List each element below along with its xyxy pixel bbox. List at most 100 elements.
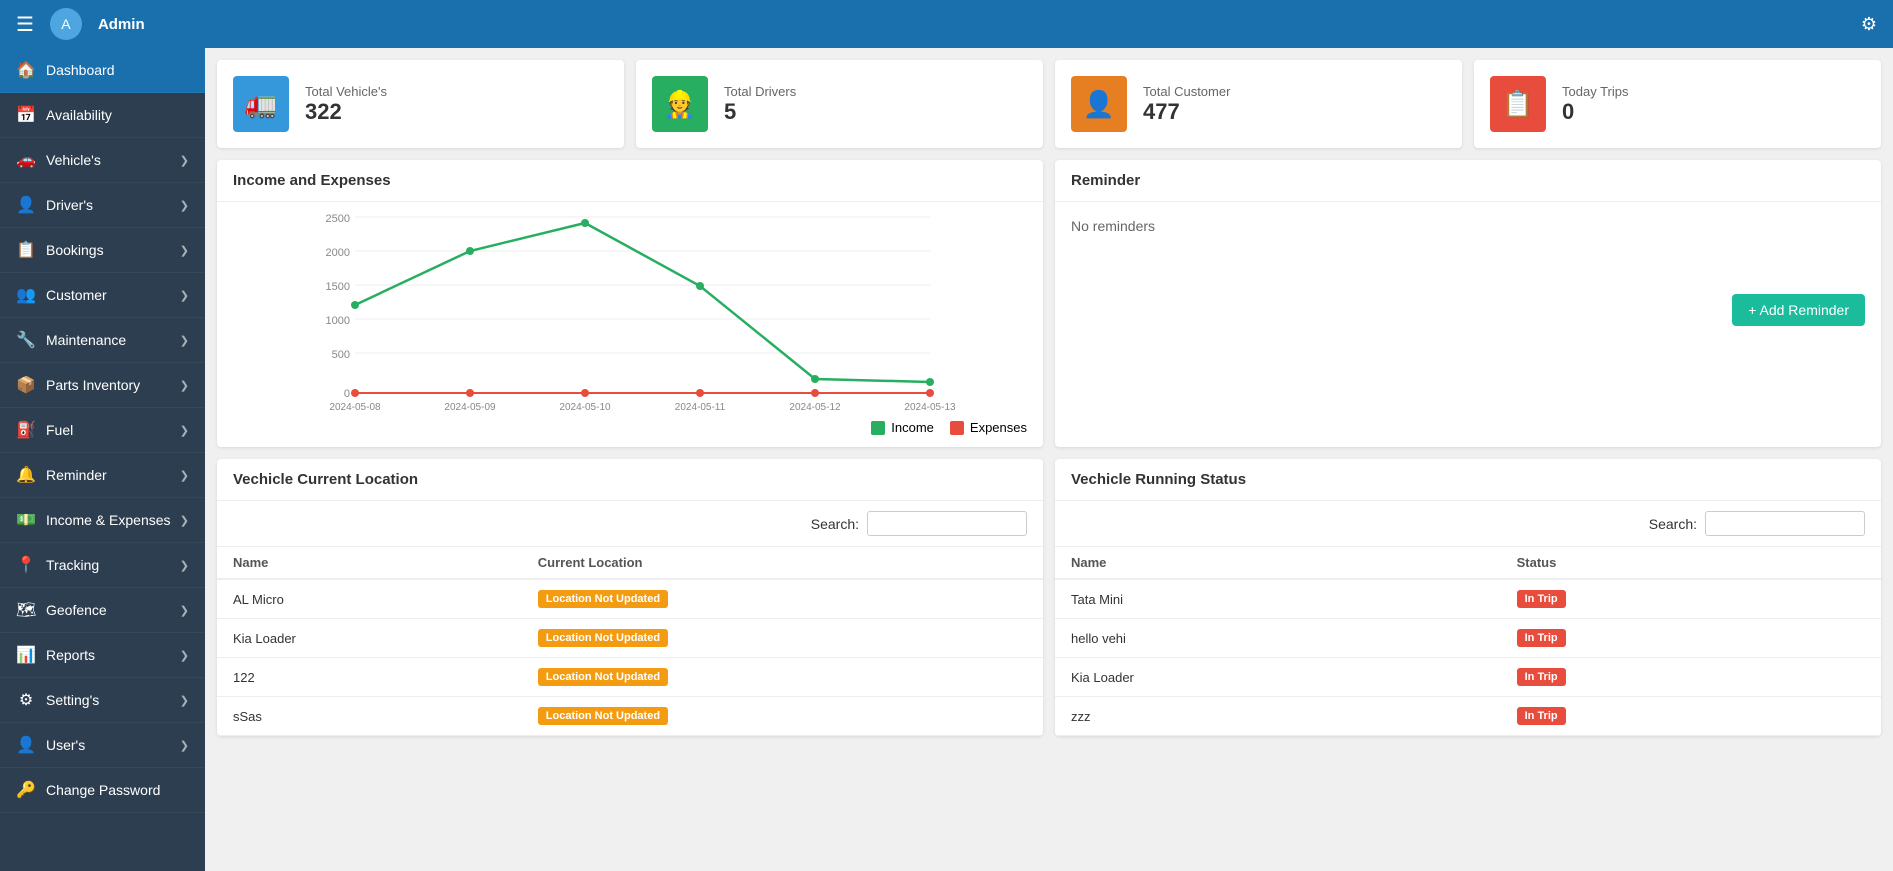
- sidebar-icon-geofence: 🗺: [16, 600, 36, 620]
- table-row: Kia Loader In Trip: [1055, 658, 1881, 697]
- sidebar-item-reminder[interactable]: 🔔 Reminder ❯: [0, 453, 205, 498]
- table-row: sSas Location Not Updated: [217, 697, 1043, 736]
- sidebar-item-income-expenses[interactable]: 💵 Income & Expenses ❯: [0, 498, 205, 543]
- vehicle-name: sSas: [217, 697, 522, 736]
- sidebar-item-left-vehicles: 🚗 Vehicle's: [16, 150, 101, 170]
- svg-text:2024-05-08: 2024-05-08: [329, 402, 381, 412]
- sidebar-icon-parts-inventory: 📦: [16, 375, 36, 395]
- hamburger-icon[interactable]: ☰: [16, 12, 34, 37]
- svg-text:1000: 1000: [326, 315, 350, 327]
- sidebar-item-vehicles[interactable]: 🚗 Vehicle's ❯: [0, 138, 205, 183]
- sidebar-item-left-fuel: ⛽ Fuel: [16, 420, 73, 440]
- reminder-panel: Reminder No reminders + Add Reminder: [1055, 160, 1881, 447]
- income-expenses-panel: Income and Expenses 2500 2000 1500 1000 …: [217, 160, 1043, 447]
- sidebar-item-tracking[interactable]: 📍 Tracking ❯: [0, 543, 205, 588]
- sidebar-item-drivers[interactable]: 👤 Driver's ❯: [0, 183, 205, 228]
- sidebar-chevron-bookings: ❯: [180, 244, 189, 257]
- content-area: 🚛 Total Vehicle's 322 👷 Total Drivers 5 …: [205, 48, 1893, 871]
- income-chart: 2500 2000 1500 1000 500 0: [233, 212, 1027, 412]
- add-reminder-button[interactable]: + Add Reminder: [1732, 294, 1865, 326]
- tables-section: Vechicle Current Location Search: Name C…: [217, 459, 1881, 736]
- income-legend-dot: [871, 421, 885, 435]
- sidebar-item-customer[interactable]: 👥 Customer ❯: [0, 273, 205, 318]
- col-name-header: Name: [1055, 547, 1501, 579]
- sidebar-icon-maintenance: 🔧: [16, 330, 36, 350]
- sidebar-item-left-availability: 📅 Availability: [16, 105, 112, 125]
- vehicle-location-title: Vechicle Current Location: [217, 459, 1043, 501]
- topbar-username: Admin: [98, 16, 145, 33]
- sidebar-item-left-change-password: 🔑 Change Password: [16, 780, 160, 800]
- col-location-header: Current Location: [522, 547, 1043, 579]
- stat-icon-total-drivers: 👷: [652, 76, 708, 132]
- vehicle-name: 122: [217, 658, 522, 697]
- sidebar-item-left-users: 👤 User's: [16, 735, 85, 755]
- expenses-legend-dot: [950, 421, 964, 435]
- vehicle-status-search-row: Search:: [1055, 501, 1881, 547]
- sidebar-label-maintenance: Maintenance: [46, 332, 126, 348]
- sidebar-item-fuel[interactable]: ⛽ Fuel ❯: [0, 408, 205, 453]
- stat-value-today-trips: 0: [1562, 99, 1628, 125]
- sidebar-chevron-income-expenses: ❯: [180, 514, 189, 527]
- sidebar-chevron-users: ❯: [180, 739, 189, 752]
- sidebar-item-parts-inventory[interactable]: 📦 Parts Inventory ❯: [0, 363, 205, 408]
- col-status-header: Status: [1501, 547, 1881, 579]
- sidebar-item-dashboard[interactable]: 🏠 Dashboard: [0, 48, 205, 93]
- sidebar-item-availability[interactable]: 📅 Availability: [0, 93, 205, 138]
- sidebar-icon-tracking: 📍: [16, 555, 36, 575]
- sidebar-label-income-expenses: Income & Expenses: [46, 512, 171, 528]
- vehicle-location-badge: Location Not Updated: [522, 697, 1043, 736]
- sidebar-label-customer: Customer: [46, 287, 107, 303]
- sidebar-chevron-reports: ❯: [180, 649, 189, 662]
- sidebar-chevron-drivers: ❯: [180, 199, 189, 212]
- sidebar-icon-reminder: 🔔: [16, 465, 36, 485]
- chart-container: 2500 2000 1500 1000 500 0: [217, 202, 1043, 412]
- charts-reminder-row: Income and Expenses 2500 2000 1500 1000 …: [217, 160, 1881, 447]
- stat-icon-total-customer: 👤: [1071, 76, 1127, 132]
- stat-value-total-customer: 477: [1143, 99, 1230, 125]
- sidebar-label-fuel: Fuel: [46, 422, 73, 438]
- income-legend-label: Income: [891, 420, 934, 435]
- sidebar-icon-bookings: 📋: [16, 240, 36, 260]
- table-row: Kia Loader Location Not Updated: [217, 619, 1043, 658]
- topbar: ☰ A Admin ⚙: [0, 0, 1893, 48]
- reminder-title: Reminder: [1055, 160, 1881, 202]
- main-layout: 🏠 Dashboard 📅 Availability 🚗 Vehicle's ❯…: [0, 48, 1893, 871]
- table-row: 122 Location Not Updated: [217, 658, 1043, 697]
- stat-value-total-drivers: 5: [724, 99, 796, 125]
- vehicle-status-search-input[interactable]: [1705, 511, 1865, 536]
- sidebar-item-bookings[interactable]: 📋 Bookings ❯: [0, 228, 205, 273]
- no-reminders-text: No reminders: [1071, 218, 1865, 234]
- sidebar-icon-income-expenses: 💵: [16, 510, 36, 530]
- topbar-settings-icon[interactable]: ⚙: [1861, 14, 1877, 35]
- income-legend: Income: [871, 420, 934, 435]
- sidebar-label-dashboard: Dashboard: [46, 62, 115, 78]
- svg-text:2500: 2500: [326, 213, 350, 225]
- sidebar-item-left-dashboard: 🏠 Dashboard: [16, 60, 115, 80]
- status-badge: In Trip: [1517, 707, 1566, 725]
- sidebar-chevron-maintenance: ❯: [180, 334, 189, 347]
- vehicle-status-search-label: Search:: [1649, 516, 1697, 532]
- sidebar-label-vehicles: Vehicle's: [46, 152, 101, 168]
- sidebar-label-bookings: Bookings: [46, 242, 104, 258]
- sidebar-item-settings[interactable]: ⚙ Setting's ❯: [0, 678, 205, 723]
- sidebar-item-change-password[interactable]: 🔑 Change Password: [0, 768, 205, 813]
- sidebar-item-maintenance[interactable]: 🔧 Maintenance ❯: [0, 318, 205, 363]
- sidebar-item-geofence[interactable]: 🗺 Geofence ❯: [0, 588, 205, 633]
- sidebar-icon-settings: ⚙: [16, 690, 36, 710]
- sidebar-label-change-password: Change Password: [46, 782, 160, 798]
- sidebar-label-drivers: Driver's: [46, 197, 93, 213]
- sidebar-item-left-reports: 📊 Reports: [16, 645, 95, 665]
- stat-value-total-vehicles: 322: [305, 99, 387, 125]
- sidebar-label-tracking: Tracking: [46, 557, 99, 573]
- sidebar-item-left-reminder: 🔔 Reminder: [16, 465, 107, 485]
- vehicle-name: zzz: [1055, 697, 1501, 736]
- vehicle-location-search-input[interactable]: [867, 511, 1027, 536]
- sidebar-item-reports[interactable]: 📊 Reports ❯: [0, 633, 205, 678]
- sidebar-item-users[interactable]: 👤 User's ❯: [0, 723, 205, 768]
- svg-text:500: 500: [332, 349, 350, 361]
- sidebar-chevron-reminder: ❯: [180, 469, 189, 482]
- status-badge: In Trip: [1517, 629, 1566, 647]
- vehicle-status-table: Name Status Tata Mini In Trip hello vehi…: [1055, 547, 1881, 736]
- svg-text:2024-05-09: 2024-05-09: [444, 402, 496, 412]
- vehicle-name: Kia Loader: [217, 619, 522, 658]
